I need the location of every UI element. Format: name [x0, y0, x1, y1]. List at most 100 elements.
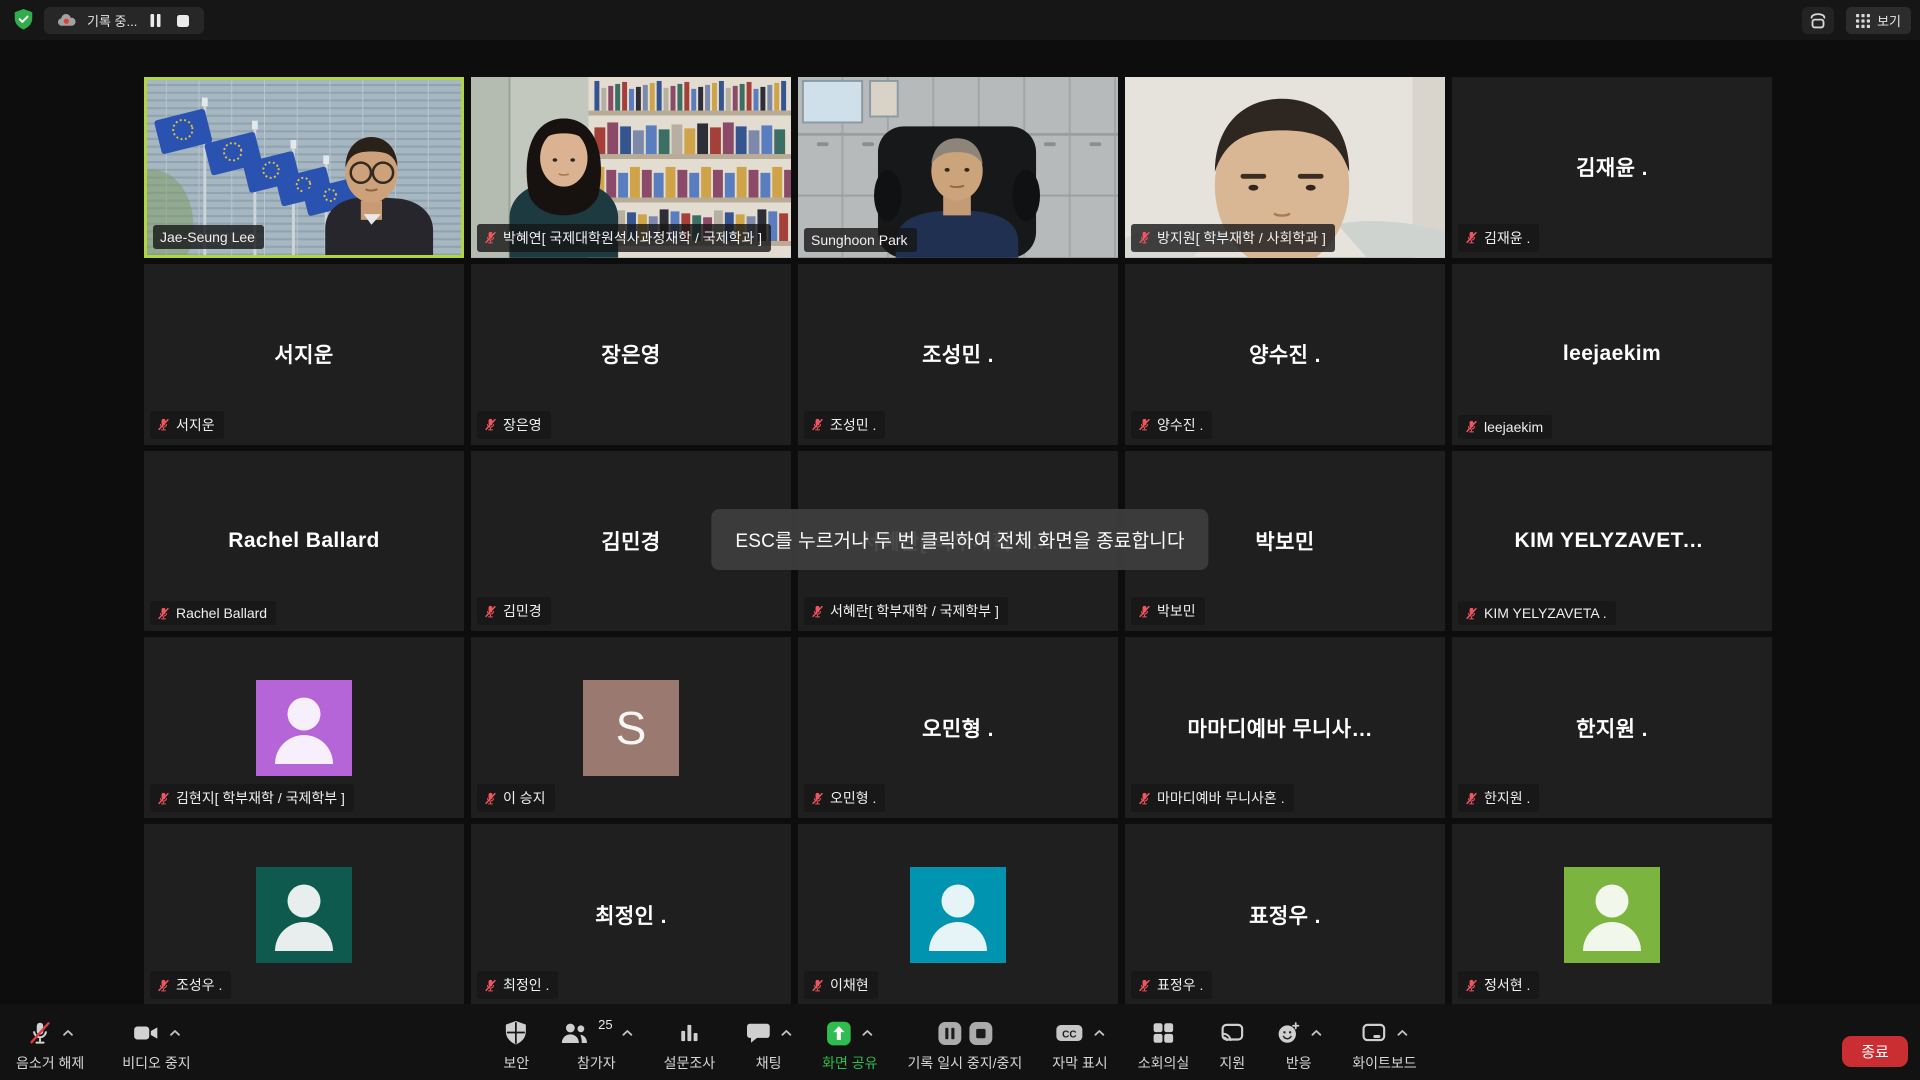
chat-icon — [745, 1020, 771, 1046]
chevron-up-icon[interactable] — [62, 1029, 74, 1037]
recording-pause-button[interactable] — [147, 14, 164, 27]
toolbar-item-share-screen[interactable]: 화면 공유 — [822, 1019, 877, 1073]
participant-tile[interactable]: 박혜연[ 국제대학원석사과정재학 / 국제학과 ] — [471, 77, 791, 258]
view-button-label: 보기 — [1877, 11, 1901, 30]
name-label-text: Jae-Seung Lee — [160, 229, 255, 245]
chevron-up-icon[interactable] — [622, 1029, 634, 1037]
person-icon — [256, 680, 352, 776]
participant-tile[interactable]: 마마디예바 무니사혼 . 마마디예바 무니사혼 . — [1125, 637, 1445, 818]
participant-display-name: 김재윤 . — [1576, 152, 1648, 182]
name-label: 박혜연[ 국제대학원석사과정재학 / 국제학과 ] — [477, 224, 771, 252]
toolbar-item-label: 자막 표시 — [1052, 1053, 1107, 1073]
participant-tile[interactable]: 한지원 . 한지원 . — [1452, 637, 1772, 818]
camera-icon — [132, 1020, 160, 1046]
toolbar-item-reactions[interactable]: 반응 — [1275, 1019, 1322, 1073]
topbar-right-controls: 보기 — [1802, 7, 1911, 34]
participant-tile[interactable]: 장은영장은영 — [471, 264, 791, 445]
meeting-toolbar: 음소거 해제 비디오 중지 보안 25참가자설문조사 채팅 화면 공유 기록 일시 중지/… — [0, 1004, 1920, 1080]
meeting-info-shield-icon[interactable] — [13, 8, 34, 31]
participant-tile[interactable]: 오민형 .오민형 . — [798, 637, 1118, 818]
muted-mic-icon — [1138, 605, 1151, 618]
toolbar-item-label: 설문조사 — [664, 1053, 716, 1073]
name-label: 한지원 . — [1458, 784, 1539, 812]
toolbar-item-security[interactable]: 보안 — [503, 1019, 529, 1073]
muted-mic-icon — [484, 418, 497, 431]
person-icon — [256, 867, 352, 963]
participant-tile[interactable]: 최정인 .최정인 . — [471, 824, 791, 1005]
participant-tile[interactable]: 정서현 . — [1452, 824, 1772, 1005]
participant-tile[interactable]: 김재윤 .김재윤 . — [1452, 77, 1772, 258]
name-label: Rachel Ballard — [150, 601, 276, 625]
toolbar-item-support[interactable]: 지원 — [1219, 1019, 1245, 1073]
chevron-up-icon[interactable] — [1093, 1029, 1105, 1037]
participant-tile[interactable]: 김현지[ 학부재학 / 국제학부 ] — [144, 637, 464, 818]
chevron-up-icon[interactable] — [169, 1029, 181, 1037]
chevron-up-icon[interactable] — [1310, 1029, 1322, 1037]
toolbar-item-label: 채팅 — [756, 1053, 782, 1073]
name-label: 김민경 — [477, 597, 551, 625]
participant-tile[interactable]: 조성우 . — [144, 824, 464, 1005]
muted-mic-icon — [1465, 420, 1478, 433]
participant-display-name: 장은영 — [601, 339, 660, 369]
shield-icon — [504, 1020, 529, 1046]
recording-stop-button[interactable] — [174, 15, 192, 27]
participant-display-name: 오민형 . — [922, 713, 994, 743]
muted-mic-icon — [1465, 792, 1478, 805]
name-label: 방지원[ 학부재학 / 사회학과 ] — [1131, 224, 1335, 252]
view-button[interactable]: 보기 — [1846, 7, 1911, 34]
fullscreen-exit-toast: ESC를 누르거나 두 번 클릭하여 전체 화면을 종료합니다 — [711, 509, 1208, 570]
participant-display-name: 한지원 . — [1576, 713, 1648, 743]
toolbar-item-breakout-rooms[interactable]: 소회의실 — [1138, 1019, 1190, 1073]
toolbar-item-stop-video[interactable]: 비디오 중지 — [122, 1019, 190, 1073]
name-label-text: Sunghoon Park — [811, 232, 908, 248]
name-label: 양수진 . — [1131, 411, 1212, 439]
toolbar-item-participants[interactable]: 25참가자 — [559, 1019, 633, 1073]
participant-tile[interactable]: 방지원[ 학부재학 / 사회학과 ] — [1125, 77, 1445, 258]
toolbar-item-record-controls[interactable]: 기록 일시 중지/중지 — [908, 1019, 1023, 1073]
chevron-up-icon[interactable] — [1396, 1029, 1408, 1037]
participant-tile[interactable]: 조성민 . 조성민 . — [798, 264, 1118, 445]
toolbar-item-unmute[interactable]: 음소거 해제 — [16, 1019, 84, 1073]
toolbar-item-polls[interactable]: 설문조사 — [664, 1019, 716, 1073]
chevron-up-icon[interactable] — [780, 1029, 792, 1037]
participant-avatar: S — [583, 680, 679, 776]
name-label-text: 조성우 . — [176, 975, 222, 995]
toolbar-item-label: 화이트보드 — [1352, 1053, 1416, 1073]
participant-tile[interactable]: 이채현 — [798, 824, 1118, 1005]
end-meeting-button[interactable]: 종료 — [1842, 1036, 1908, 1067]
name-label-text: leejaekim — [1484, 419, 1543, 435]
participant-avatar — [1564, 867, 1660, 963]
muted-mic-icon — [1138, 979, 1151, 992]
chevron-up-icon[interactable] — [862, 1029, 874, 1037]
participant-tile[interactable]: 양수진 .양수진 . — [1125, 264, 1445, 445]
toolbar-item-chat[interactable]: 채팅 — [745, 1019, 792, 1073]
participant-tile[interactable]: 표정우 .표정우 . — [1125, 824, 1445, 1005]
name-label-text: 김현지[ 학부재학 / 국제학부 ] — [176, 788, 345, 808]
participant-tile[interactable]: 서지운서지운 — [144, 264, 464, 445]
muted-mic-icon — [157, 979, 170, 992]
toolbar-left-group: 음소거 해제 비디오 중지 — [16, 1019, 191, 1073]
muted-mic-icon — [484, 605, 497, 618]
muted-mic-icon — [484, 231, 497, 244]
participant-tile[interactable]: Sunghoon Park — [798, 77, 1118, 258]
participant-display-name: 마마디예바 무니사혼 . — [1188, 713, 1383, 743]
participant-tile[interactable]: S이 승지 — [471, 637, 791, 818]
support-icon — [1219, 1020, 1245, 1046]
participant-display-name: Rachel Ballard — [228, 529, 380, 553]
participant-tile[interactable]: leejaekimleejaekim — [1452, 264, 1772, 445]
name-label-text: 정서현 . — [1484, 975, 1530, 995]
name-label: 조성민 . — [804, 411, 885, 439]
muted-mic-icon — [811, 418, 824, 431]
participant-tile[interactable]: Rachel Ballard Rachel Ballard — [144, 451, 464, 632]
toolbar-item-captions[interactable]: CC자막 표시 — [1052, 1019, 1107, 1073]
exit-fullscreen-icon[interactable] — [1802, 7, 1834, 34]
name-label: 조성우 . — [150, 971, 231, 999]
name-label-text: 서혜란[ 학부재학 / 국제학부 ] — [830, 601, 999, 621]
participant-tile[interactable]: Jae-Seung Lee — [144, 77, 464, 258]
participant-tile[interactable]: KIM YELYZAVETA .KIM YELYZAVETA . — [1452, 451, 1772, 632]
name-label-text: 박혜연[ 국제대학원석사과정재학 / 국제학과 ] — [503, 228, 762, 248]
name-label-text: 마마디예바 무니사혼 . — [1157, 788, 1285, 808]
record-pause-stop-icon — [937, 1021, 993, 1046]
toolbar-item-whiteboard[interactable]: 화이트보드 — [1352, 1019, 1416, 1073]
participant-display-name: 조성민 . — [922, 339, 994, 369]
